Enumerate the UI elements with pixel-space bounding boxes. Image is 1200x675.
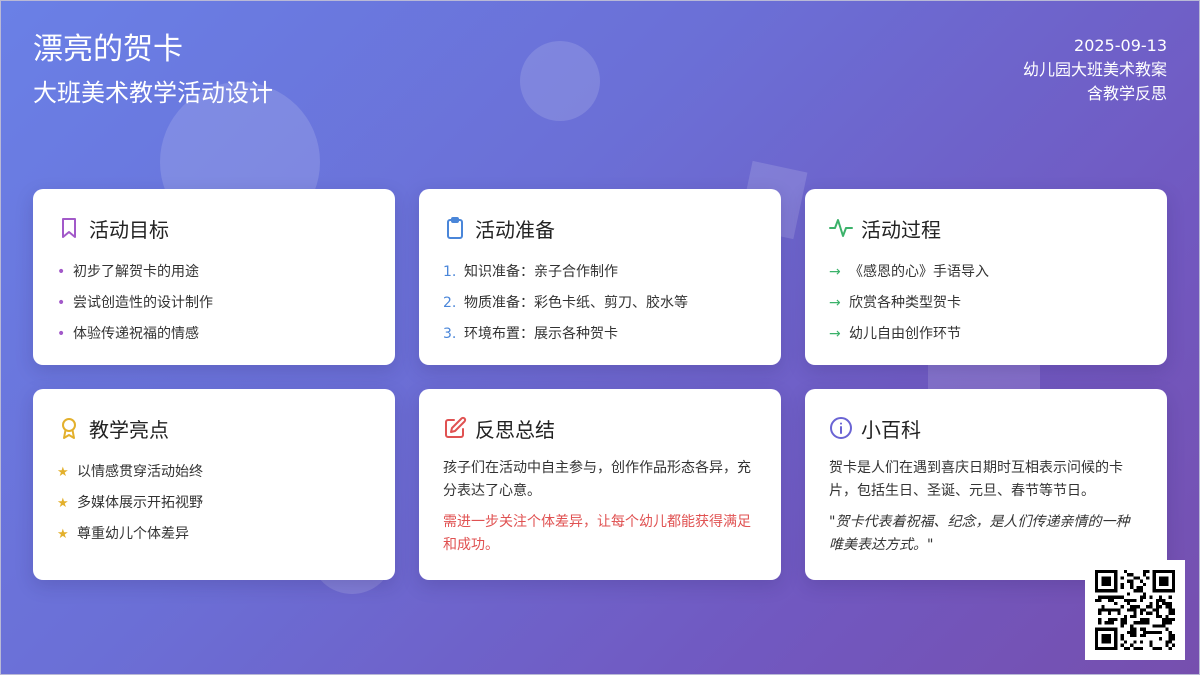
list-item: 2. 物质准备：彩色卡纸、剪刀、胶水等	[443, 288, 757, 319]
arrow-marker: →	[829, 264, 841, 280]
list-item: ★ 尊重幼儿个体差异	[57, 519, 371, 550]
bullet-marker: •	[57, 326, 66, 342]
header-meta: 2025-09-13 幼儿园大班美术教案 含教学反思	[1023, 34, 1167, 106]
card-activity-preparation: 活动准备 1. 知识准备：亲子合作制作 2. 物质准备：彩色卡纸、剪刀、胶水等 3.…	[419, 189, 781, 365]
card-title: 活动目标	[89, 217, 169, 242]
edit-icon	[445, 416, 467, 438]
header-date: 2025-09-13	[1074, 36, 1167, 55]
list-item: • 尝试创造性的设计制作	[57, 288, 371, 319]
qr-code-pattern	[1095, 570, 1175, 650]
page-subtitle: 大班美术教学活动设计	[33, 79, 273, 107]
page-title: 漂亮的贺卡	[33, 32, 183, 67]
card-encyclopedia: 小百科 贺卡是人们在遇到喜庆日期时互相表示问候的卡片，包括生日、圣诞、元旦、春节…	[805, 389, 1167, 580]
star-marker: ★	[57, 496, 69, 511]
list-item: 1. 知识准备：亲子合作制作	[443, 257, 757, 288]
bookmark-icon	[62, 218, 76, 238]
list-number: 2.	[443, 295, 457, 311]
card-header: 小百科	[829, 413, 1143, 443]
card-title: 教学亮点	[89, 417, 169, 442]
card-title: 活动准备	[475, 217, 555, 242]
qr-code-icon[interactable]	[1085, 560, 1185, 660]
list-item: → 《感恩的心》手语导入	[829, 257, 1143, 288]
preparation-list: 1. 知识准备：亲子合作制作 2. 物质准备：彩色卡纸、剪刀、胶水等 3. 环境布置：…	[443, 257, 757, 350]
arrow-marker: →	[829, 326, 841, 342]
list-item-text: 环境布置：展示各种贺卡	[464, 326, 618, 342]
list-number: 1.	[443, 264, 457, 280]
star-marker: ★	[57, 527, 69, 542]
list-item: • 体验传递祝福的情感	[57, 319, 371, 350]
card-title: 活动过程	[861, 217, 941, 242]
list-item-text: 知识准备：亲子合作制作	[464, 264, 618, 280]
list-item: → 欣赏各种类型贺卡	[829, 288, 1143, 319]
list-item-text: 幼儿自由创作环节	[849, 326, 961, 342]
card-reflection-summary: 反思总结 孩子们在活动中自主参与，创作作品形态各异，充分表达了心意。 需进一步关…	[419, 389, 781, 580]
list-item: • 初步了解贺卡的用途	[57, 257, 371, 288]
card-activity-goals: 活动目标 • 初步了解贺卡的用途 • 尝试创造性的设计制作 • 体验传递祝福的情感	[33, 189, 395, 365]
list-item-text: 体验传递祝福的情感	[73, 326, 199, 342]
card-header: 教学亮点	[57, 413, 371, 443]
list-item-text: 欣赏各种类型贺卡	[849, 295, 961, 311]
list-item-text: 以情感贯穿活动始终	[77, 464, 203, 480]
list-number: 3.	[443, 326, 457, 342]
reflection-text: 孩子们在活动中自主参与，创作作品形态各异，充分表达了心意。	[443, 460, 751, 499]
encyclopedia-quote: "贺卡代表着祝福、纪念，是人们传递亲情的一种唯美表达方式。"	[829, 514, 1130, 553]
encyclopedia-text: 贺卡是人们在遇到喜庆日期时互相表示问候的卡片，包括生日、圣诞、元旦、春节等节日。	[829, 460, 1123, 499]
list-item: ★ 以情感贯穿活动始终	[57, 457, 371, 488]
info-icon	[830, 417, 852, 439]
goal-list: • 初步了解贺卡的用途 • 尝试创造性的设计制作 • 体验传递祝福的情感	[57, 257, 371, 350]
card-activity-process: 活动过程 → 《感恩的心》手语导入 → 欣赏各种类型贺卡 → 幼儿自由创作环节	[805, 189, 1167, 365]
reflection-note: 需进一步关注个体差异，让每个幼儿都能获得满足和成功。	[443, 514, 751, 553]
list-item-text: 尊重幼儿个体差异	[77, 526, 189, 542]
card-title: 小百科	[861, 417, 921, 442]
highlight-list: ★ 以情感贯穿活动始终 ★ 多媒体展示开拓视野 ★ 尊重幼儿个体差异	[57, 457, 371, 550]
list-item: 3. 环境布置：展示各种贺卡	[443, 319, 757, 350]
header-meta-line: 含教学反思	[1086, 84, 1167, 103]
list-item-text: 《感恩的心》手语导入	[849, 264, 989, 280]
card-header: 活动准备	[443, 213, 757, 243]
list-item-text: 物质准备：彩色卡纸、剪刀、胶水等	[464, 295, 688, 311]
card-header: 活动过程	[829, 213, 1143, 243]
process-list: → 《感恩的心》手语导入 → 欣赏各种类型贺卡 → 幼儿自由创作环节	[829, 257, 1143, 350]
list-item-text: 初步了解贺卡的用途	[73, 264, 199, 280]
list-item-text: 多媒体展示开拓视野	[77, 495, 203, 511]
page-header: 漂亮的贺卡 大班美术教学活动设计	[33, 30, 273, 110]
clipboard-icon	[447, 217, 463, 239]
card-teaching-highlights: 教学亮点 ★ 以情感贯穿活动始终 ★ 多媒体展示开拓视野 ★ 尊重幼儿个体差异	[33, 389, 395, 580]
card-title: 反思总结	[475, 417, 555, 442]
arrow-marker: →	[829, 295, 841, 311]
award-icon	[62, 418, 76, 439]
list-item: ★ 多媒体展示开拓视野	[57, 488, 371, 519]
card-header: 反思总结	[443, 413, 757, 443]
list-item-text: 尝试创造性的设计制作	[73, 295, 213, 311]
card-header: 活动目标	[57, 213, 371, 243]
decorative-circle	[520, 41, 600, 121]
activity-pulse-icon	[829, 219, 853, 237]
bullet-marker: •	[57, 295, 66, 311]
star-marker: ★	[57, 465, 69, 480]
header-meta-line: 幼儿园大班美术教案	[1022, 60, 1167, 79]
bullet-marker: •	[57, 264, 66, 280]
list-item: → 幼儿自由创作环节	[829, 319, 1143, 350]
